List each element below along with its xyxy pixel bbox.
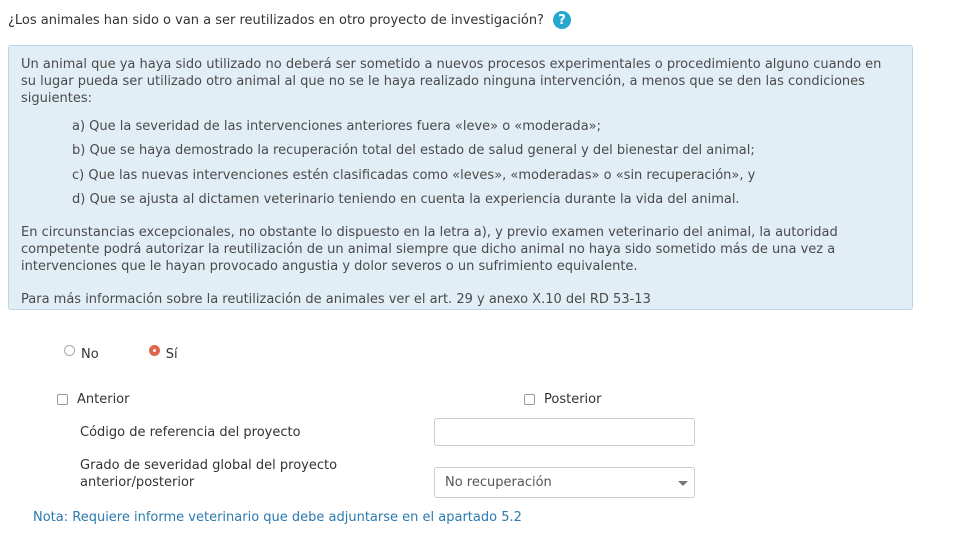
ref-code-label: Código de referencia del proyecto	[80, 425, 301, 440]
anterior-checkbox-box[interactable]	[57, 394, 68, 405]
radio-no-label: No	[81, 347, 99, 362]
reuse-radio-group: No Sí	[64, 344, 228, 362]
condition-d: d) Que se ajusta al dictamen veterinario…	[72, 192, 740, 207]
anterior-label: Anterior	[77, 392, 130, 407]
radio-no[interactable]: No	[64, 344, 99, 362]
info-panel: Un animal que ya haya sido utilizado no …	[8, 45, 913, 310]
condition-b: b) Que se haya demostrado la recuperació…	[72, 143, 755, 158]
reuse-question: ¿Los animales han sido o van a ser reuti…	[8, 10, 571, 30]
radio-no-circle[interactable]	[64, 345, 75, 356]
radio-si-label: Sí	[165, 347, 178, 362]
severity-label: Grado de severidad global del proyecto a…	[80, 457, 337, 491]
info-more: Para más información sobre la reutilizac…	[21, 292, 651, 307]
chevron-down-icon[interactable]	[678, 481, 688, 486]
anterior-checkbox[interactable]: Anterior	[57, 392, 129, 407]
severity-label-line2: anterior/posterior	[80, 475, 195, 490]
posterior-label: Posterior	[544, 392, 602, 407]
posterior-checkbox-box[interactable]	[524, 394, 535, 405]
severity-select[interactable]: No recuperación	[434, 467, 695, 498]
radio-si[interactable]: Sí	[148, 344, 178, 362]
ref-code-input[interactable]	[434, 418, 695, 446]
radio-si-circle[interactable]	[148, 345, 160, 356]
severity-select-value: No recuperación	[445, 475, 552, 490]
info-intro: Un animal que ya haya sido utilizado no …	[21, 57, 882, 106]
help-icon[interactable]: ?	[552, 11, 571, 29]
posterior-checkbox[interactable]: Posterior	[524, 392, 601, 407]
condition-c: c) Que las nuevas intervenciones estén c…	[72, 168, 756, 183]
condition-a: a) Que la severidad de las intervencione…	[72, 119, 601, 134]
info-exception: En circunstancias excepcionales, no obst…	[21, 225, 838, 274]
severity-label-line1: Grado de severidad global del proyecto	[80, 458, 338, 473]
question-text: ¿Los animales han sido o van a ser reuti…	[8, 12, 544, 28]
veterinary-note: Nota: Requiere informe veterinario que d…	[33, 510, 522, 525]
